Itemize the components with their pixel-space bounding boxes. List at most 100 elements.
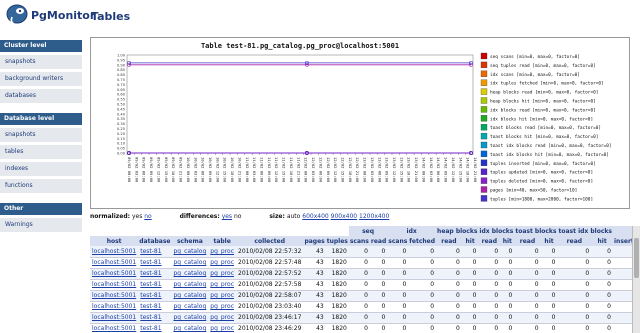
x-tick-label: 09/02 12:00 <box>156 157 161 183</box>
table-link[interactable]: pg_proc <box>210 270 234 277</box>
table-cell: pg_proc <box>208 257 236 269</box>
host-link[interactable]: localhost:5001 <box>92 259 136 266</box>
size-option-900x400[interactable]: 900x400 <box>331 213 357 220</box>
column-header-5[interactable]: pages <box>303 236 326 246</box>
schema-link[interactable]: pg_catalog <box>173 292 206 299</box>
table-link[interactable]: pg_proc <box>210 292 234 299</box>
host-link[interactable]: localhost:5001 <box>92 292 136 299</box>
table-cell: 0 <box>369 257 388 269</box>
column-header-12[interactable]: hit <box>461 236 479 246</box>
table-link[interactable]: pg_proc <box>210 281 234 288</box>
host-link[interactable]: localhost:5001 <box>92 303 136 310</box>
table-link[interactable]: pg_proc <box>210 314 234 321</box>
host-link[interactable]: localhost:5001 <box>92 248 136 255</box>
sidebar-item-functions[interactable]: functions <box>0 179 82 193</box>
sidebar-item-background-writers[interactable]: background writers <box>0 72 82 86</box>
scrollbar-thumb[interactable] <box>634 238 639 278</box>
database-link[interactable]: test-81 <box>140 314 161 321</box>
differences-label: differences: <box>179 213 220 220</box>
table-row: localhost:5001 test-81 pg_catalog pg_proc 20… <box>90 312 640 324</box>
table-cell: 0 <box>408 279 437 291</box>
database-link[interactable]: test-81 <box>140 292 161 299</box>
column-header-15[interactable]: read <box>514 236 541 246</box>
database-link[interactable]: test-81 <box>140 270 161 277</box>
column-header-10[interactable]: fetched <box>408 236 437 246</box>
table-cell: 0 <box>514 246 541 258</box>
table-cell: 43 <box>303 301 326 313</box>
table-cell: test-81 <box>138 312 172 324</box>
table-link[interactable]: pg_proc <box>210 303 234 310</box>
schema-link[interactable]: pg_catalog <box>173 270 206 277</box>
y-tick-label: 0.70 <box>117 83 126 87</box>
legend-label-1: seq tuples read [min=0, max=0, factor=0] <box>490 63 596 69</box>
column-header-3[interactable]: table <box>208 236 236 246</box>
table-cell: 0 <box>436 312 462 324</box>
column-header-13[interactable]: read <box>478 236 501 246</box>
column-header-4[interactable]: collected <box>236 236 304 246</box>
vertical-scrollbar[interactable] <box>632 226 640 333</box>
schema-link[interactable]: pg_catalog <box>173 314 206 321</box>
column-header-1[interactable]: database <box>138 236 172 246</box>
column-header-17[interactable]: read <box>557 236 592 246</box>
table-link[interactable]: pg_proc <box>210 248 234 255</box>
table-cell: pg_proc <box>208 268 236 280</box>
host-link[interactable]: localhost:5001 <box>92 270 136 277</box>
database-link[interactable]: test-81 <box>140 248 161 255</box>
size-option-600x400[interactable]: 600x400 <box>302 213 328 220</box>
sidebar-item-databases[interactable]: databases <box>0 89 82 103</box>
table-cell: test-81 <box>138 257 172 269</box>
x-tick-label: 12/02 09:00 <box>326 157 331 183</box>
size-option-1200x400[interactable]: 1200x400 <box>359 213 389 220</box>
sidebar-item-warnings[interactable]: Warnings <box>0 218 82 232</box>
schema-link[interactable]: pg_catalog <box>173 303 206 310</box>
schema-link[interactable]: pg_catalog <box>173 259 206 266</box>
column-header-16[interactable]: hit <box>540 236 558 246</box>
column-header-2[interactable]: schema <box>171 236 209 246</box>
column-header-9[interactable]: scans <box>387 236 409 246</box>
host-link[interactable]: localhost:5001 <box>92 314 136 321</box>
column-header-8[interactable]: read <box>369 236 388 246</box>
y-tick-label: 0.85 <box>117 68 125 72</box>
sidebar-item-cluster-snapshots[interactable]: snapshots <box>0 55 82 69</box>
column-header-0[interactable]: host <box>90 236 139 246</box>
database-link[interactable]: test-81 <box>140 281 161 288</box>
x-tick-label: 09/02 21:00 <box>179 157 184 183</box>
schema-link[interactable]: pg_catalog <box>173 325 206 332</box>
x-tick-label: 11/02 18:00 <box>289 157 294 183</box>
table-cell: 0 <box>557 301 592 313</box>
host-link[interactable]: localhost:5001 <box>92 281 136 288</box>
database-link[interactable]: test-81 <box>140 325 161 332</box>
database-link[interactable]: test-81 <box>140 303 161 310</box>
y-tick-label: 0.95 <box>117 58 125 62</box>
column-header-11[interactable]: read <box>436 236 462 246</box>
table-cell: test-81 <box>138 279 172 291</box>
page-title: Tables <box>91 10 131 23</box>
table-cell: 2010/02/08 22:57:58 <box>236 279 304 291</box>
x-tick-label: 11/02 09:00 <box>267 157 272 183</box>
database-link[interactable]: test-81 <box>140 259 161 266</box>
column-header-18[interactable]: hit <box>591 236 613 246</box>
sidebar-item-indexes[interactable]: indexes <box>0 162 82 176</box>
sidebar-item-database-snapshots[interactable]: snapshots <box>0 128 82 142</box>
table-cell: 0 <box>348 246 370 258</box>
table-cell: pg_proc <box>208 312 236 324</box>
table-cell: 0 <box>436 290 462 302</box>
table-cell: test-81 <box>138 301 172 313</box>
sidebar-item-tables[interactable]: tables <box>0 145 82 159</box>
table-group-header-row: seq idx heap blocks idx blocks toast blo… <box>90 226 640 236</box>
table-cell: 0 <box>540 301 558 313</box>
column-header-6[interactable]: tuples <box>325 236 349 246</box>
table-cell: pg_proc <box>208 301 236 313</box>
host-link[interactable]: localhost:5001 <box>92 325 136 332</box>
schema-link[interactable]: pg_catalog <box>173 248 206 255</box>
differences-yes-link[interactable]: yes <box>222 213 232 220</box>
table-cell: 1820 <box>325 279 349 291</box>
table-cell: localhost:5001 <box>90 290 139 302</box>
column-header-7[interactable]: scans <box>348 236 370 246</box>
normalized-no-link[interactable]: no <box>144 213 151 220</box>
column-header-14[interactable]: hit <box>500 236 515 246</box>
table-cell: 0 <box>514 301 541 313</box>
schema-link[interactable]: pg_catalog <box>173 281 206 288</box>
table-link[interactable]: pg_proc <box>210 259 234 266</box>
table-link[interactable]: pg_proc <box>210 325 234 332</box>
